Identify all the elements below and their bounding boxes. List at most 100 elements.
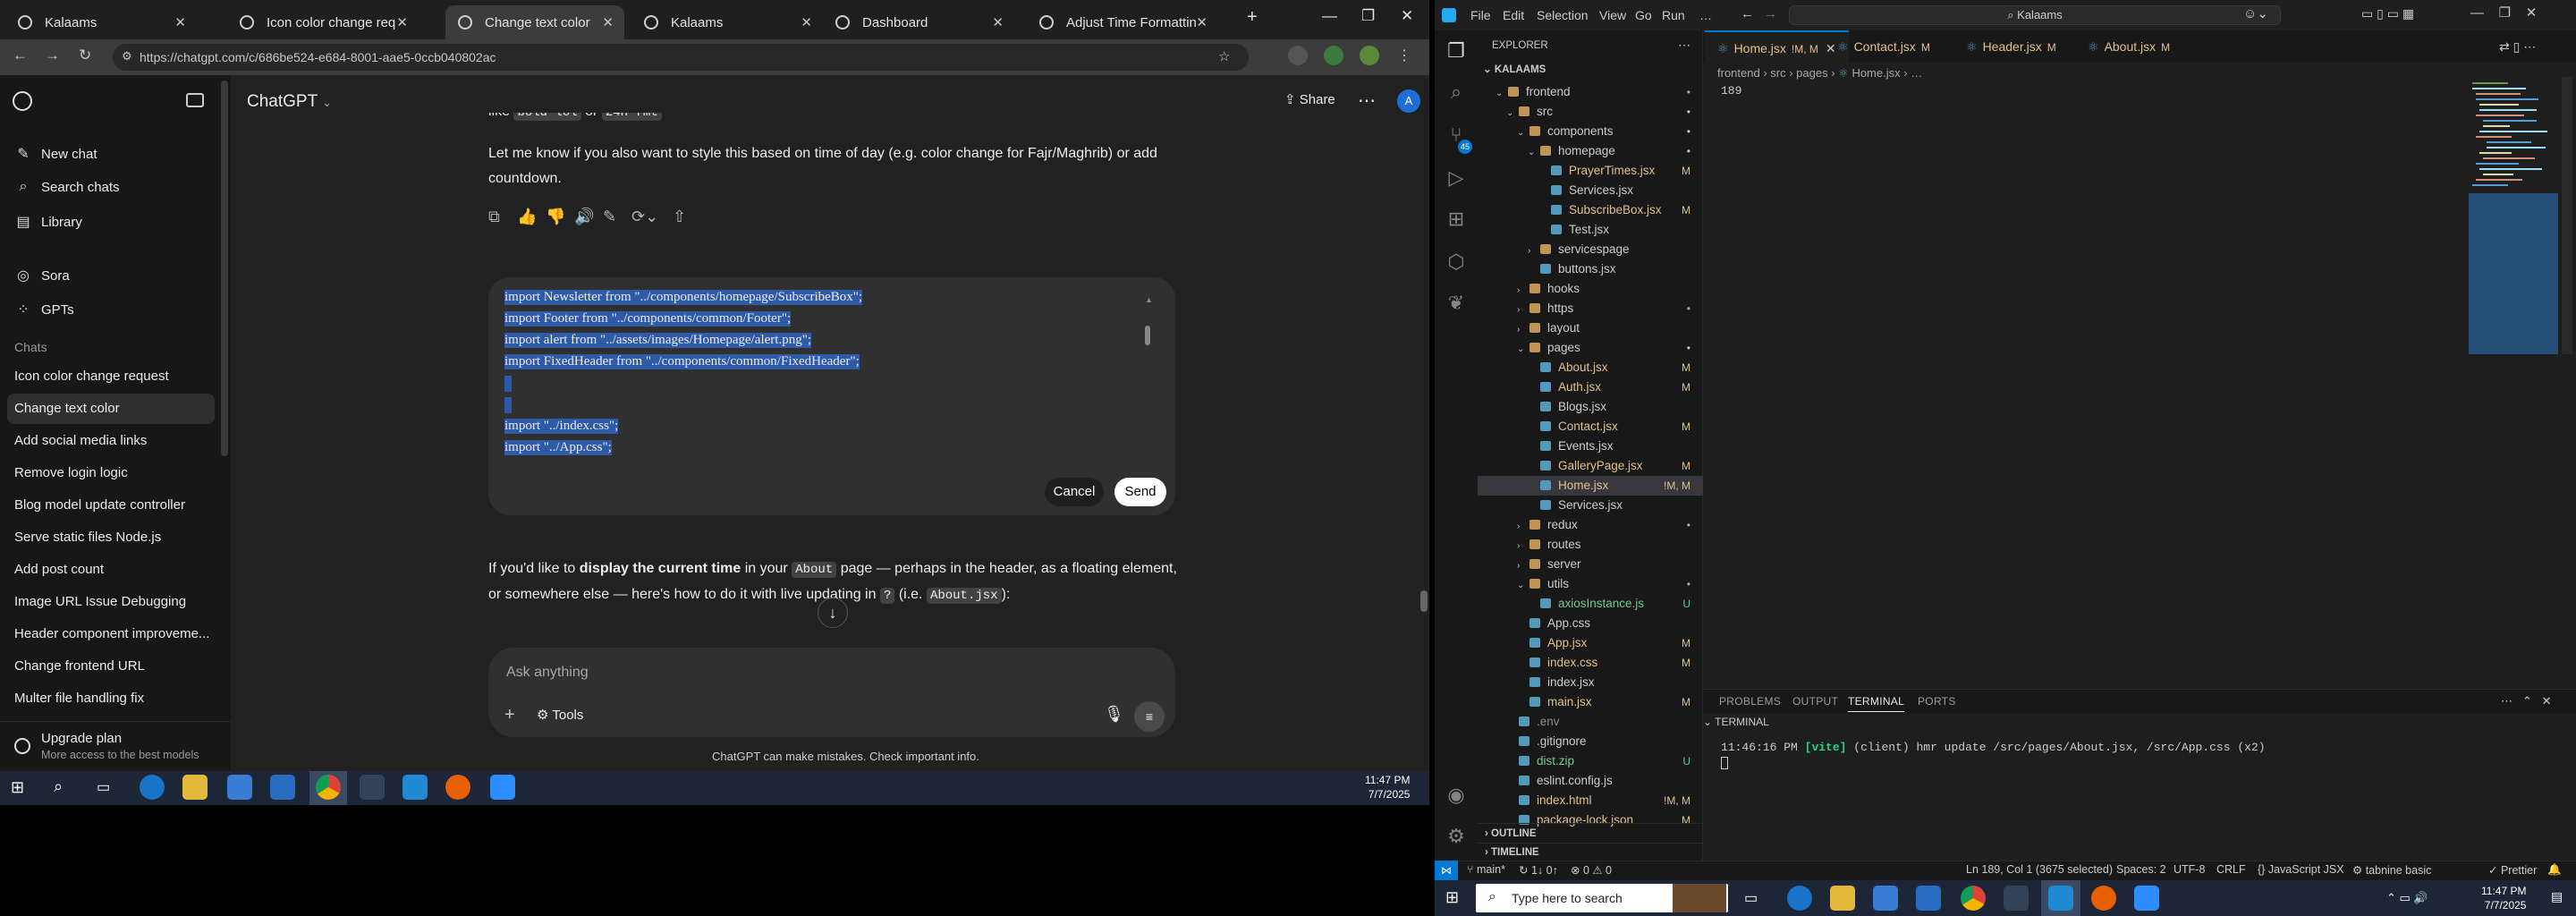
composer-input[interactable]: Ask anything bbox=[506, 665, 589, 681]
openai-logo-icon[interactable] bbox=[13, 91, 32, 111]
sidebar-chat-item[interactable]: Change frontend URL bbox=[14, 658, 145, 674]
extension-icon[interactable] bbox=[1288, 46, 1308, 65]
breadcrumb-item[interactable]: pages bbox=[1796, 66, 1827, 80]
bookmark-star-icon[interactable]: ☆ bbox=[1218, 48, 1230, 64]
menu-item[interactable]: Go bbox=[1635, 8, 1652, 22]
notification-center-icon[interactable]: ▤ bbox=[2551, 889, 2563, 904]
sidebar-chat-item[interactable]: Icon color change request bbox=[14, 369, 169, 384]
notifications-icon[interactable]: 🔔 bbox=[2547, 863, 2562, 877]
model-selector[interactable]: ChatGPT ⌄ bbox=[247, 92, 332, 112]
timeline-section[interactable]: › TIMELINE bbox=[1478, 843, 1703, 861]
send-button[interactable]: Send bbox=[1114, 478, 1166, 506]
upgrade-plan-row[interactable]: Upgrade plan More access to the best mod… bbox=[0, 721, 231, 771]
breadcrumb-item[interactable]: frontend bbox=[1717, 66, 1760, 80]
windows-start-icon[interactable]: ⊞ bbox=[11, 778, 24, 797]
explorer-item[interactable]: Services.jsx bbox=[1478, 181, 1703, 200]
editor-actions[interactable]: ⇄ ▯ ⋯ bbox=[2499, 39, 2536, 55]
reload-icon[interactable]: ↻ bbox=[79, 47, 91, 64]
tools-button[interactable]: ⚙ Tools bbox=[537, 707, 583, 723]
workspace-header[interactable]: ⌄ KALAAMS bbox=[1483, 63, 1546, 75]
zoom-icon[interactable] bbox=[2134, 886, 2159, 911]
sidebar-action[interactable]: ⌕ Search chats bbox=[14, 179, 120, 195]
app-icon[interactable] bbox=[360, 775, 385, 800]
regenerate-icon[interactable]: ⟳⌄ bbox=[631, 208, 658, 226]
indentation[interactable]: Spaces: 2 bbox=[2116, 863, 2166, 876]
explorer-item[interactable]: GalleryPage.jsx M bbox=[1478, 456, 1703, 476]
panel-tab[interactable]: PROBLEMS bbox=[1719, 695, 1781, 708]
search-icon[interactable]: ⌕ bbox=[54, 777, 63, 796]
explorer-item[interactable]: Home.jsx !M, M bbox=[1478, 476, 1703, 496]
editor-tab[interactable]: ⚛ Contact.jsx M bbox=[1825, 30, 1943, 63]
close-tab-icon[interactable]: ✕ bbox=[174, 14, 186, 30]
site-info-icon[interactable]: ⚙ bbox=[122, 49, 132, 64]
explorer-icon[interactable]: ❐ bbox=[1444, 39, 1469, 64]
sidebar-chat-item[interactable]: Add post count bbox=[14, 562, 104, 577]
mail-icon[interactable] bbox=[1916, 886, 1941, 911]
explorer-item[interactable]: App.css bbox=[1478, 614, 1703, 633]
line-endings[interactable]: CRLF bbox=[2216, 863, 2246, 876]
explorer-more-icon[interactable]: ⋯ bbox=[1678, 38, 1690, 53]
remote-indicator-icon[interactable]: ⋈ bbox=[1435, 861, 1458, 880]
branch-indicator[interactable]: ⑂ main* bbox=[1467, 863, 1505, 876]
forward-icon[interactable]: → bbox=[1764, 6, 1777, 21]
panel-tab[interactable]: TERMINAL bbox=[1848, 695, 1905, 712]
extension-icon[interactable] bbox=[1324, 46, 1343, 65]
chrome-icon[interactable] bbox=[1961, 886, 1986, 911]
explorer-item[interactable]: buttons.jsx bbox=[1478, 259, 1703, 279]
editor-scrollbar[interactable] bbox=[2562, 77, 2572, 354]
code-editor[interactable] bbox=[1735, 86, 2451, 676]
menu-item[interactable]: File bbox=[1470, 8, 1491, 22]
back-icon[interactable]: ← bbox=[1741, 6, 1754, 21]
command-center[interactable]: ⌕ Kalaams bbox=[1789, 5, 2281, 25]
explorer-item[interactable]: › routes bbox=[1478, 535, 1703, 555]
edit-scrollbar[interactable]: ▲ bbox=[1145, 295, 1153, 456]
explorer-item[interactable]: ⌄ pages • bbox=[1478, 338, 1703, 358]
explorer-item[interactable]: › layout bbox=[1478, 318, 1703, 338]
browser-tab[interactable]: Dashboard ✕ bbox=[823, 5, 1014, 39]
breadcrumb-item[interactable]: Home.jsx bbox=[1852, 66, 1900, 80]
task-view-icon[interactable]: ▭ bbox=[1744, 889, 1758, 907]
sidebar-chat-item[interactable]: Change text color bbox=[7, 394, 215, 424]
sidebar-action[interactable]: ▤ Library bbox=[14, 213, 81, 231]
taskbar-clock[interactable]: 11:47 PM 7/7/2025 bbox=[1365, 773, 1410, 802]
close-tab-icon[interactable]: ✕ bbox=[992, 14, 1004, 30]
prettier-status[interactable]: ✓ Prettier bbox=[2488, 863, 2537, 877]
file-explorer-icon[interactable] bbox=[1830, 886, 1855, 911]
explorer-item[interactable]: .env bbox=[1478, 712, 1703, 732]
explorer-item[interactable]: › hooks bbox=[1478, 279, 1703, 299]
explorer-item[interactable]: PrayerTimes.jsx M bbox=[1478, 161, 1703, 181]
read-aloud-icon[interactable]: 🔊 bbox=[574, 208, 594, 226]
explorer-item[interactable]: › https • bbox=[1478, 299, 1703, 318]
share-message-icon[interactable]: ⇧ bbox=[673, 208, 686, 226]
browser-tab[interactable]: Adjust Time Formatting for /✕ bbox=[1027, 5, 1218, 39]
minimap[interactable] bbox=[2469, 77, 2558, 354]
explorer-item[interactable]: ⌄ utils • bbox=[1478, 574, 1703, 594]
close-tab-icon[interactable]: ✕ bbox=[801, 14, 812, 30]
explorer-item[interactable]: Events.jsx bbox=[1478, 437, 1703, 456]
close-tab-icon[interactable]: ✕ bbox=[1196, 14, 1208, 30]
explorer-item[interactable]: Test.jsx bbox=[1478, 220, 1703, 240]
explorer-item[interactable]: index.jsx bbox=[1478, 673, 1703, 692]
profile-avatar[interactable] bbox=[1360, 46, 1379, 65]
firefox-icon[interactable] bbox=[445, 775, 470, 800]
copy-icon[interactable]: ⧉ bbox=[488, 208, 500, 226]
vscode-taskbar-active[interactable] bbox=[2041, 880, 2080, 916]
chrome-taskbar-active[interactable] bbox=[309, 771, 347, 805]
panel-tab[interactable]: PORTS bbox=[1918, 695, 1956, 708]
edit-in-canvas-icon[interactable]: ✎ bbox=[603, 208, 616, 226]
browser-tab[interactable]: Kalaams ✕ bbox=[5, 5, 197, 39]
remote-explorer-icon[interactable]: ⬡ bbox=[1444, 250, 1469, 276]
explorer-item[interactable]: dist.zip U bbox=[1478, 751, 1703, 771]
explorer-item[interactable]: axiosInstance.js U bbox=[1478, 594, 1703, 614]
share-button[interactable]: ⇪ Share bbox=[1284, 91, 1335, 107]
cancel-button[interactable]: Cancel bbox=[1045, 478, 1104, 506]
sidebar-chat-item[interactable]: Multer file handling fix bbox=[14, 691, 144, 706]
explorer-item[interactable]: index.css M bbox=[1478, 653, 1703, 673]
layout-icons[interactable]: ▭ ▯ ▭ ▦ bbox=[2361, 6, 2414, 21]
explorer-item[interactable]: About.jsx M bbox=[1478, 358, 1703, 377]
edge-icon[interactable] bbox=[140, 775, 165, 800]
maximize-button[interactable]: ❐ bbox=[1361, 7, 1375, 25]
breadcrumb-item[interactable]: src bbox=[1770, 66, 1785, 80]
thumbs-down-icon[interactable]: 👎 bbox=[546, 208, 565, 226]
menu-item[interactable]: Run bbox=[1662, 8, 1685, 22]
